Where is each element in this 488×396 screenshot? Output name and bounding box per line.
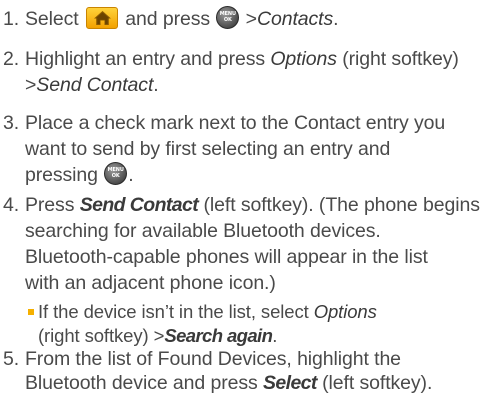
softkey-options: Options [270,48,337,70]
home-key-icon [85,6,118,29]
menu-path-search-again: Search again [164,325,273,346]
step-number: 3. [3,112,20,134]
menu-path-contacts: Contacts [256,8,334,30]
menu-ok-key-icon: MENU OK [104,162,128,186]
step-number: 5. [3,348,20,370]
softkey-send-contact: Send Contact [79,194,199,216]
softkey-options: Options [313,301,377,322]
instruction-page: 1. Select and press MENU OK >Contacts. 2.… [3,6,480,394]
step-number: 2. [3,48,20,70]
softkey-select: Select [262,372,317,394]
step-1-line: Select and press MENU OK >Contacts. [25,6,339,30]
step-number: 4. [3,194,20,216]
step-number: 1. [3,8,20,30]
menu-ok-key-icon: MENU OK [216,6,240,30]
bullet-marker [28,309,34,315]
menu-path-send-contact: Send Contact [36,74,154,96]
